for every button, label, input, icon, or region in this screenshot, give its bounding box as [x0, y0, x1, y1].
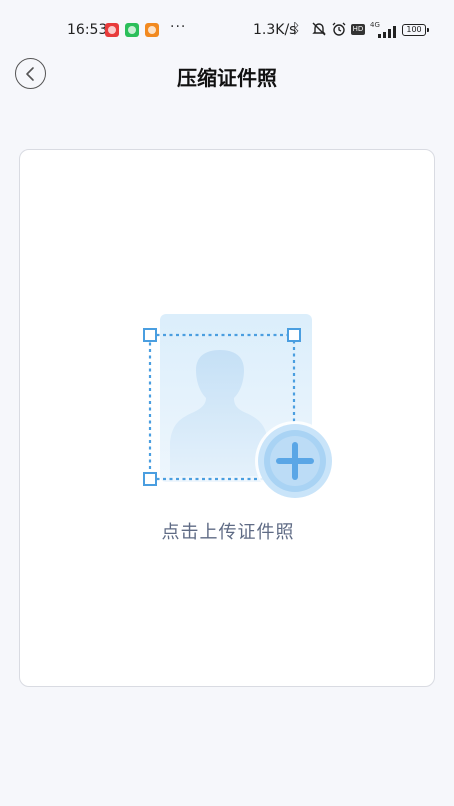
upload-card: 点击上传证件照 — [19, 149, 435, 687]
battery-icon: 100 — [402, 24, 429, 36]
wechat-icon — [125, 23, 139, 37]
status-bar: 16:53 ··· 1.3K/s ᛒ HD 4G 100 — [0, 18, 454, 44]
upload-photo-button[interactable] — [140, 310, 340, 510]
signal-strength-icon — [376, 26, 396, 38]
hd-voice-icon: HD — [351, 24, 365, 35]
page-title: 压缩证件照 — [177, 66, 277, 90]
bluetooth-icon: ᛒ — [292, 21, 301, 37]
alarm-icon — [331, 21, 347, 41]
mute-bell-icon — [311, 21, 327, 41]
more-notifications-icon: ··· — [170, 19, 187, 35]
status-time: 16:53 — [67, 22, 108, 38]
netease-music-icon — [105, 23, 119, 37]
upload-hint[interactable]: 点击上传证件照 — [20, 518, 436, 544]
mi-icon — [145, 23, 159, 37]
network-speed: 1.3K/s — [253, 22, 297, 38]
id-photo-plus-icon — [143, 314, 335, 501]
